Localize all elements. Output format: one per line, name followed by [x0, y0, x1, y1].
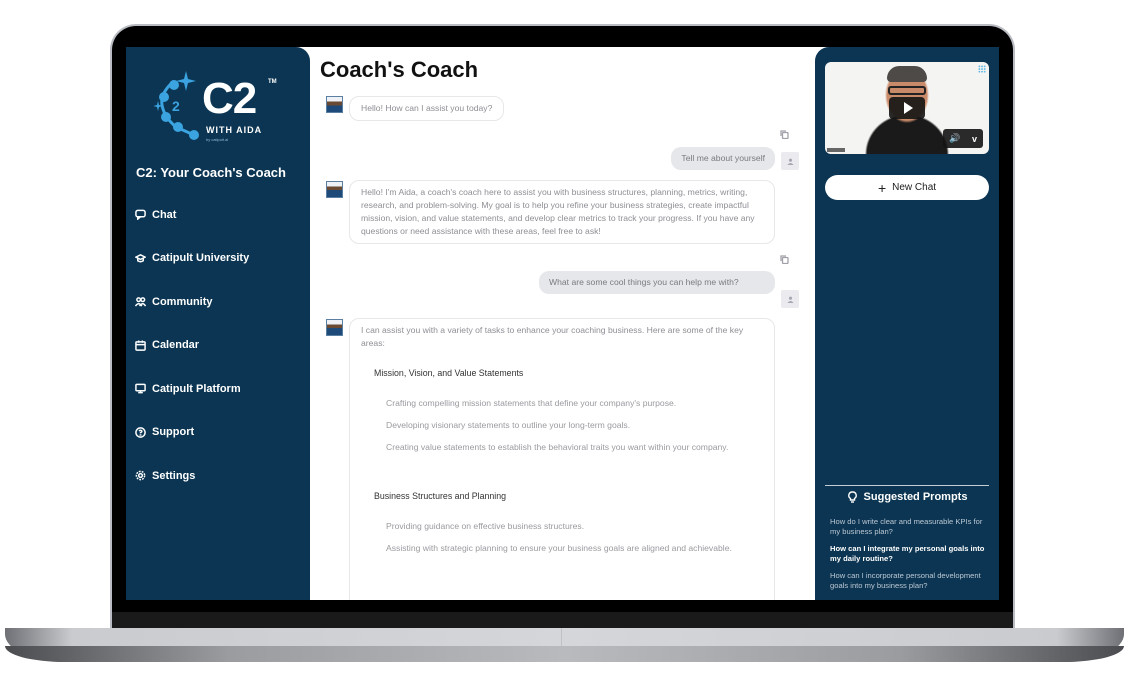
sidebar-title: C2: Your Coach's Coach — [136, 165, 286, 180]
logo-trademark: TM — [268, 79, 277, 85]
copy-icon[interactable] — [780, 126, 789, 140]
sidebar-item-catipult-university[interactable]: Catipult University — [134, 237, 304, 281]
logo-wordmark: C2 — [202, 74, 257, 123]
section-item: Developing visionary statements to outli… — [386, 420, 631, 430]
new-chat-label: New Chat — [892, 182, 937, 193]
video-badge — [827, 148, 845, 152]
sidebar-item-label: Catipult Platform — [152, 382, 241, 395]
chat-icon — [134, 209, 146, 221]
new-chat-button[interactable]: + New Chat — [825, 175, 989, 200]
gear-icon — [134, 470, 146, 482]
logo-subtitle: WITH AIDA — [206, 125, 263, 135]
video-player[interactable]: 🔊 v — [825, 62, 989, 154]
sidebar-nav: Chat Catipult University Community Calen… — [134, 193, 304, 498]
graduation-cap-icon — [134, 252, 146, 264]
user-message: Tell me about yourself — [671, 147, 775, 170]
user-avatar — [781, 152, 799, 170]
sidebar-item-catipult-platform[interactable]: Catipult Platform — [134, 367, 304, 411]
video-frame-detail — [888, 86, 926, 95]
section-item: Providing guidance on effective business… — [386, 521, 585, 531]
grid-icon[interactable] — [978, 65, 986, 73]
section-item: Assisting with strategic planning to ens… — [386, 543, 732, 553]
user-icon — [786, 296, 794, 303]
user-avatar — [781, 290, 799, 308]
app-screen: 2 C2 TM WITH AIDA by catipult.ai C2: You… — [126, 47, 999, 600]
message-text: Hello! How can I assist you today? — [361, 103, 493, 113]
video-controls: 🔊 v — [943, 129, 983, 148]
calendar-icon — [134, 339, 146, 351]
help-circle-icon — [134, 426, 146, 438]
sidebar: 2 C2 TM WITH AIDA by catipult.ai C2: You… — [126, 47, 310, 600]
message-text: Tell me about yourself — [681, 153, 765, 163]
message-intro: I can assist you with a variety of tasks… — [361, 325, 744, 348]
assistant-avatar — [326, 181, 343, 198]
sidebar-item-label: Chat — [152, 208, 177, 221]
message-text: Hello! I'm Aida, a coach's coach here to… — [361, 187, 755, 236]
sidebar-item-settings[interactable]: Settings — [134, 454, 304, 498]
sidebar-item-label: Support — [152, 426, 195, 439]
sidebar-item-chat[interactable]: Chat — [134, 193, 304, 237]
sidebar-item-community[interactable]: Community — [134, 280, 304, 324]
sidebar-item-label: Catipult University — [152, 252, 250, 265]
video-frame-detail — [887, 66, 927, 82]
lightbulb-icon — [847, 491, 857, 503]
sidebar-item-calendar[interactable]: Calendar — [134, 324, 304, 368]
assistant-message: Hello! How can I assist you today? — [349, 96, 505, 121]
vimeo-icon[interactable]: v — [972, 134, 977, 144]
assistant-message: I can assist you with a variety of tasks… — [349, 318, 775, 600]
users-icon — [134, 296, 146, 308]
sidebar-item-support[interactable]: Support — [134, 411, 304, 455]
divider — [825, 485, 989, 486]
laptop-base — [5, 628, 1124, 662]
assistant-avatar — [326, 319, 343, 336]
plus-icon: + — [877, 179, 887, 196]
suggested-prompts-list: How do I write clear and measurable KPIs… — [830, 517, 988, 598]
sidebar-item-label: Settings — [152, 469, 196, 482]
user-message: What are some cool things you can help m… — [539, 271, 775, 294]
assistant-avatar — [326, 96, 343, 113]
svg-text:2: 2 — [172, 98, 180, 114]
suggested-prompt[interactable]: How do I write clear and measurable KPIs… — [830, 517, 988, 537]
section-item: Crafting compelling mission statements t… — [386, 398, 677, 408]
suggested-prompts-heading: Suggested Prompts — [825, 491, 989, 503]
section-item: Creating value statements to establish t… — [386, 442, 729, 452]
logo-byline: by catipult.ai — [206, 137, 229, 142]
page-title: Coach's Coach — [320, 57, 479, 82]
c2-logo[interactable]: 2 C2 TM WITH AIDA by catipult.ai — [154, 71, 284, 146]
play-button[interactable] — [889, 97, 925, 119]
user-icon — [786, 158, 794, 165]
monitor-icon — [134, 383, 146, 395]
suggested-prompt[interactable]: How can I incorporate personal developme… — [830, 571, 988, 591]
section-heading: Mission, Vision, and Value Statements — [374, 368, 524, 378]
assistant-message: Hello! I'm Aida, a coach's coach here to… — [349, 180, 775, 244]
section-heading: Business Structures and Planning — [374, 491, 507, 501]
copy-icon[interactable] — [780, 251, 789, 265]
sidebar-item-label: Community — [152, 295, 213, 308]
right-panel: 🔊 v + New Chat Suggested Prompts How do … — [815, 47, 999, 600]
sidebar-item-label: Calendar — [152, 339, 200, 352]
message-text: What are some cool things you can help m… — [549, 277, 739, 287]
constellation-logo-icon: 2 — [154, 71, 199, 140]
suggested-prompts-title: Suggested Prompts — [863, 491, 968, 503]
laptop-hinge-notch — [561, 628, 562, 646]
chat-main: Coach's Coach Hello! How can I assist yo… — [310, 47, 815, 600]
volume-icon[interactable]: 🔊 — [949, 133, 960, 144]
suggested-prompt[interactable]: How can I integrate my personal goals in… — [830, 544, 988, 564]
